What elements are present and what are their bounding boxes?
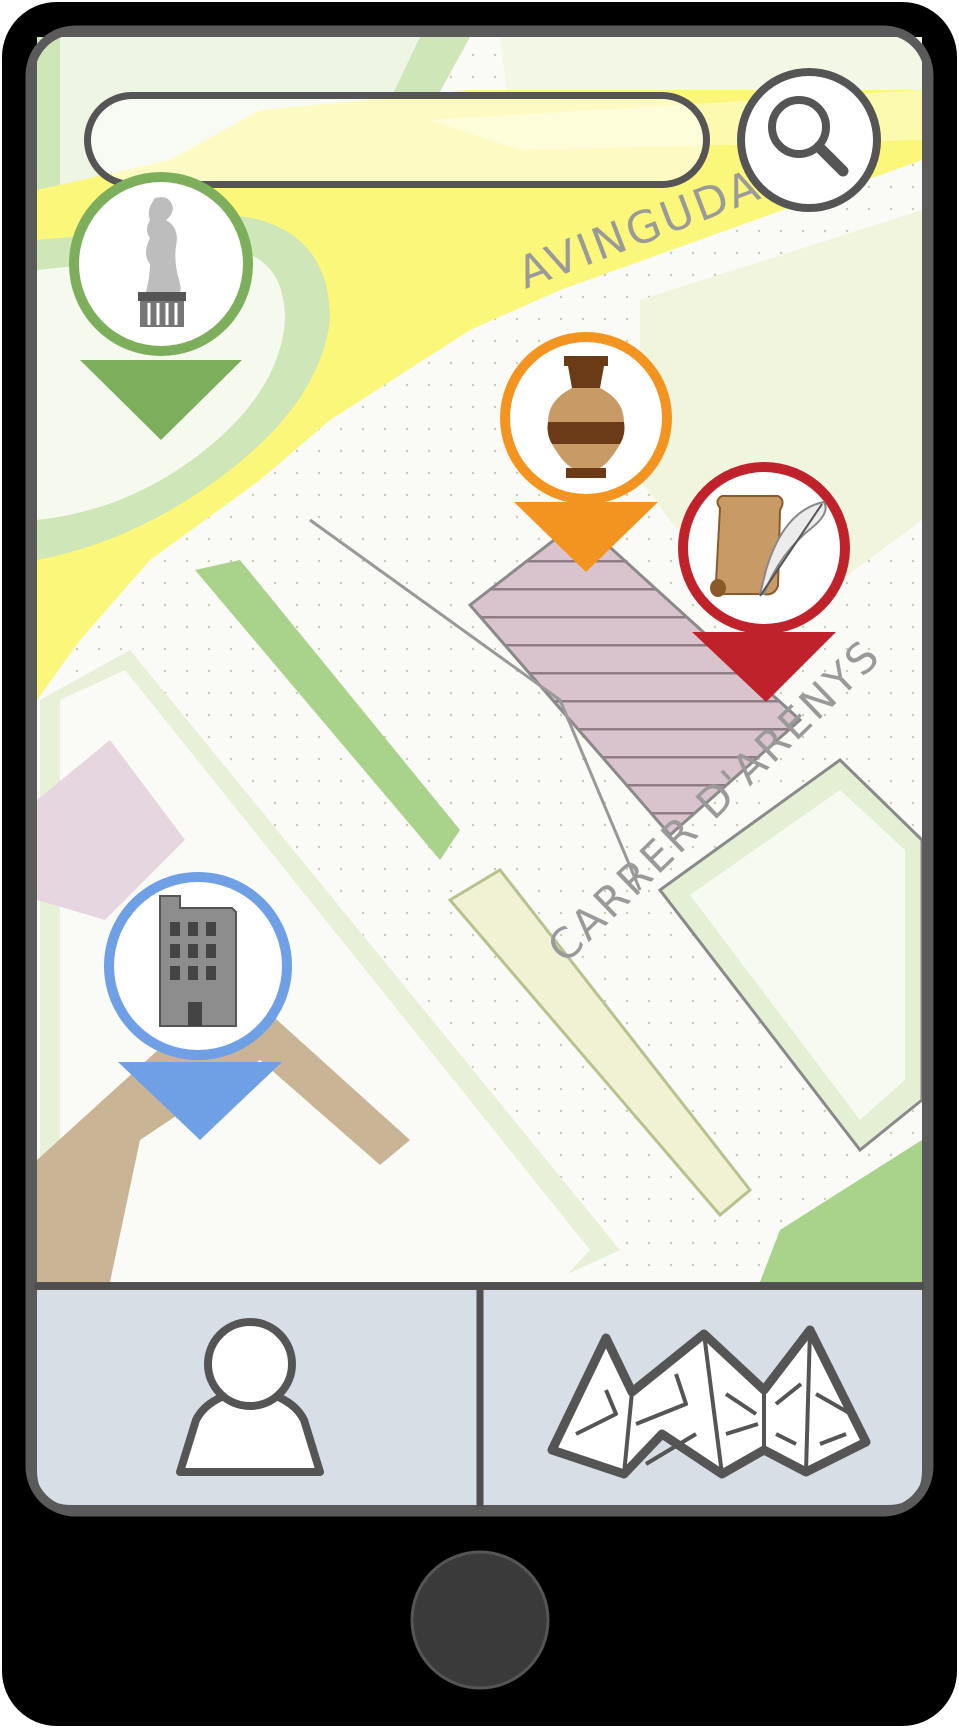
map-marker-statue[interactable] [60, 168, 260, 443]
tab-profile[interactable] [40, 1294, 474, 1506]
map-marker-building[interactable] [100, 870, 300, 1142]
map-marker-archaeology[interactable] [496, 330, 676, 575]
map-marker-documents[interactable] [674, 460, 854, 705]
search-button[interactable] [735, 66, 883, 214]
folded-map-icon [547, 1325, 871, 1479]
tab-map[interactable] [486, 1294, 920, 1506]
building-icon [159, 895, 237, 1027]
user-icon [176, 1318, 324, 1476]
